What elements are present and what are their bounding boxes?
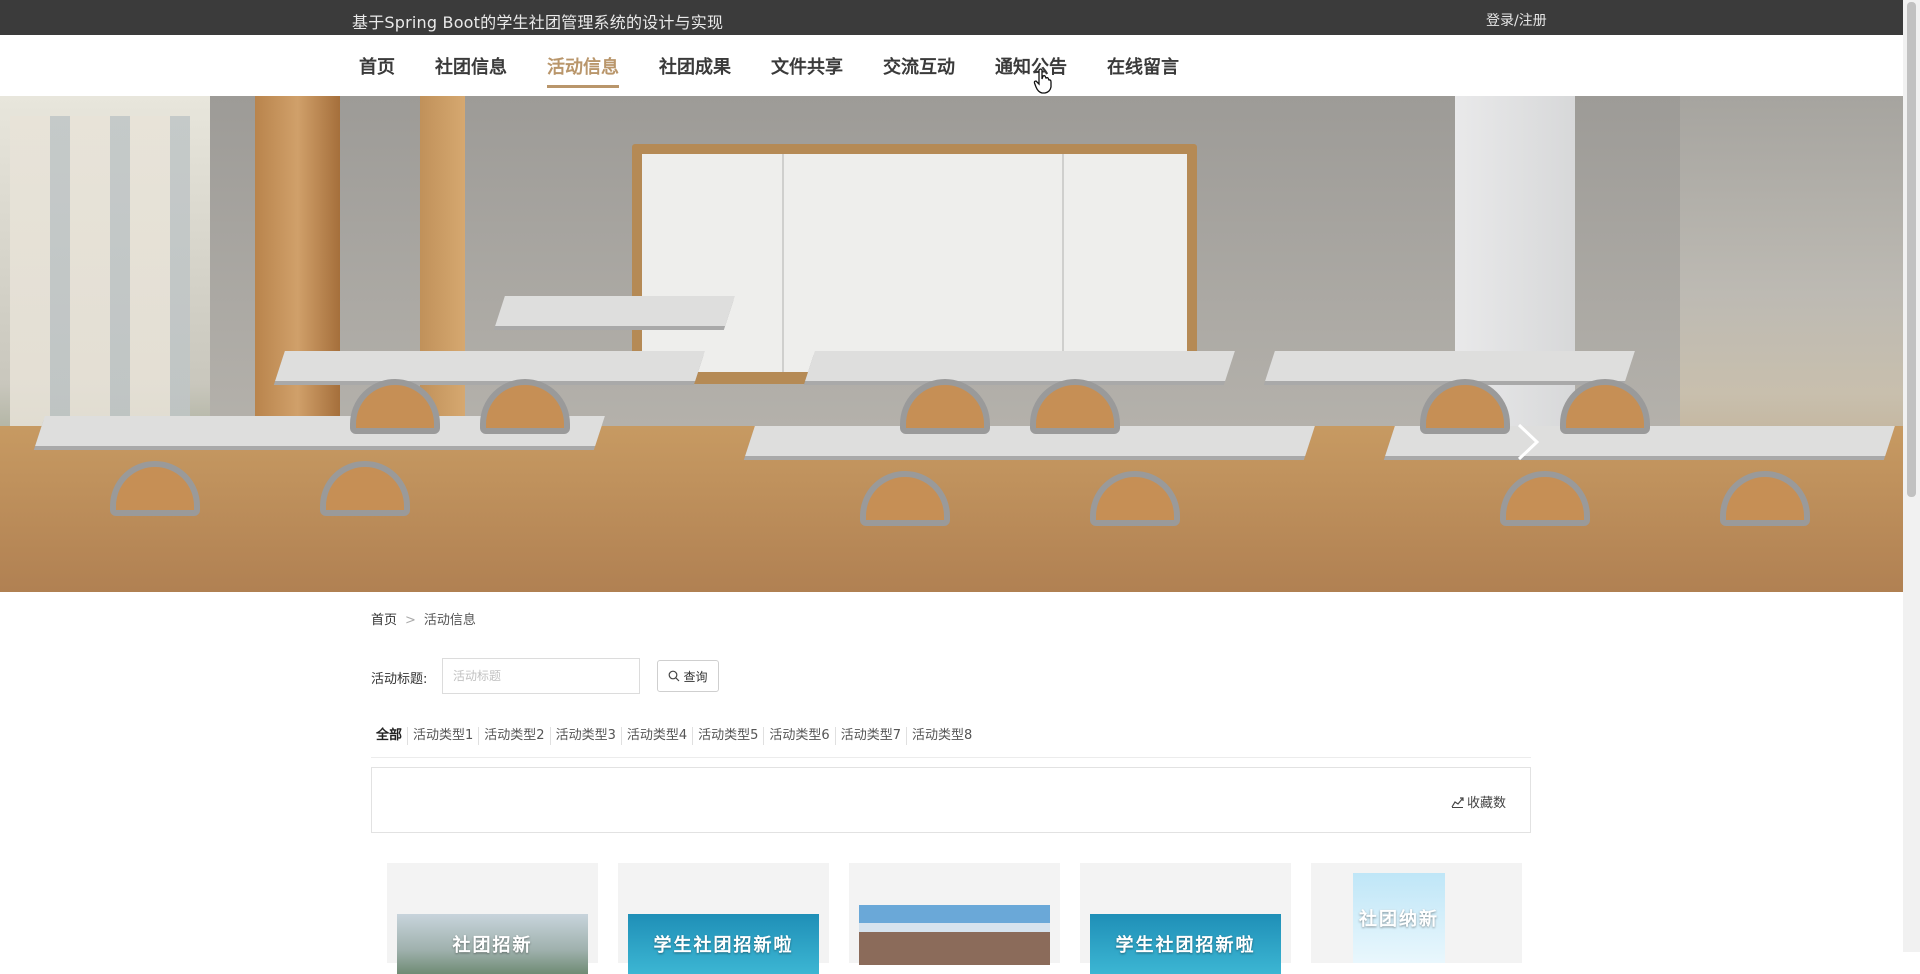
nav-item-activity-info[interactable]: 活动信息 bbox=[547, 53, 619, 88]
activity-card[interactable] bbox=[849, 863, 1060, 965]
trend-chart-icon bbox=[1451, 796, 1464, 808]
nav-item-club-info[interactable]: 社团信息 bbox=[435, 53, 507, 85]
type-filter-2[interactable]: 活动类型2 bbox=[479, 727, 551, 745]
nav-item-home[interactable]: 首页 bbox=[359, 53, 395, 85]
sort-by-favorites-button[interactable]: 收藏数 bbox=[1451, 792, 1506, 811]
thumbnail-text: 社团纳新 bbox=[1359, 909, 1439, 930]
activity-thumbnail: 社团纳新 bbox=[1353, 873, 1445, 963]
activity-thumbnail: 学生社团招新啦 bbox=[628, 914, 819, 974]
activity-card[interactable]: 社团纳新 bbox=[1311, 863, 1522, 963]
breadcrumb-home[interactable]: 首页 bbox=[371, 613, 397, 628]
top-bar: 基于Spring Boot的学生社团管理系统的设计与实现 登录/注册 bbox=[0, 0, 1903, 35]
breadcrumb-separator: > bbox=[405, 613, 416, 628]
nav-item-messages[interactable]: 在线留言 bbox=[1107, 53, 1179, 85]
activity-card[interactable]: 社团招新 bbox=[387, 863, 598, 974]
activity-card[interactable]: 学生社团招新啦 bbox=[1080, 863, 1291, 974]
activity-thumbnail: 社团招新 bbox=[397, 914, 588, 974]
activity-thumbnail bbox=[859, 905, 1050, 965]
type-filter-4[interactable]: 活动类型4 bbox=[622, 727, 694, 745]
chevron-right-icon[interactable] bbox=[1514, 422, 1542, 462]
type-filter-3[interactable]: 活动类型3 bbox=[551, 727, 622, 745]
main-nav: 首页 社团信息 活动信息 社团成果 文件共享 交流互动 通知公告 在线留言 bbox=[0, 35, 1903, 97]
banner-whiteboard bbox=[632, 144, 1197, 384]
scrollbar-thumb[interactable] bbox=[1907, 2, 1916, 497]
site-title: 基于Spring Boot的学生社团管理系统的设计与实现 bbox=[352, 13, 724, 32]
activity-thumbnail: 学生社团招新啦 bbox=[1090, 914, 1281, 974]
type-filter-1[interactable]: 活动类型1 bbox=[408, 727, 480, 745]
search-icon bbox=[669, 670, 680, 682]
page-scrollbar[interactable] bbox=[1903, 0, 1920, 952]
thumbnail-text: 学生社团招新啦 bbox=[653, 935, 794, 956]
thumbnail-text: 社团招新 bbox=[452, 935, 533, 956]
search-input[interactable] bbox=[442, 658, 640, 694]
nav-item-interaction[interactable]: 交流互动 bbox=[883, 53, 955, 85]
login-register-link[interactable]: 登录/注册 bbox=[1486, 10, 1547, 30]
search-button[interactable]: 查询 bbox=[657, 660, 719, 692]
type-filter-all[interactable]: 全部 bbox=[371, 727, 409, 745]
type-filter-8[interactable]: 活动类型8 bbox=[907, 727, 977, 745]
nav-item-notices[interactable]: 通知公告 bbox=[995, 53, 1067, 85]
hand-cursor-icon bbox=[1033, 68, 1052, 94]
search-label: 活动标题: bbox=[371, 672, 428, 687]
breadcrumb-current: 活动信息 bbox=[423, 613, 476, 628]
nav-item-club-achievements[interactable]: 社团成果 bbox=[659, 53, 731, 85]
hero-banner bbox=[0, 96, 1903, 592]
activity-card[interactable]: 学生社团招新啦 bbox=[618, 863, 829, 974]
sort-label: 收藏数 bbox=[1466, 796, 1506, 811]
sort-bar: 收藏数 bbox=[371, 767, 1531, 833]
type-filter-6[interactable]: 活动类型6 bbox=[764, 727, 836, 745]
thumbnail-text: 学生社团招新啦 bbox=[1115, 935, 1256, 956]
nav-item-file-sharing[interactable]: 文件共享 bbox=[771, 53, 843, 85]
activity-type-filter: 全部 活动类型1 活动类型2 活动类型3 活动类型4 活动类型5 活动类型6 活… bbox=[371, 727, 1531, 758]
type-filter-5[interactable]: 活动类型5 bbox=[693, 727, 765, 745]
breadcrumb: 首页 > 活动信息 bbox=[371, 609, 476, 628]
type-filter-7[interactable]: 活动类型7 bbox=[836, 727, 907, 745]
search-button-label: 查询 bbox=[683, 669, 708, 684]
